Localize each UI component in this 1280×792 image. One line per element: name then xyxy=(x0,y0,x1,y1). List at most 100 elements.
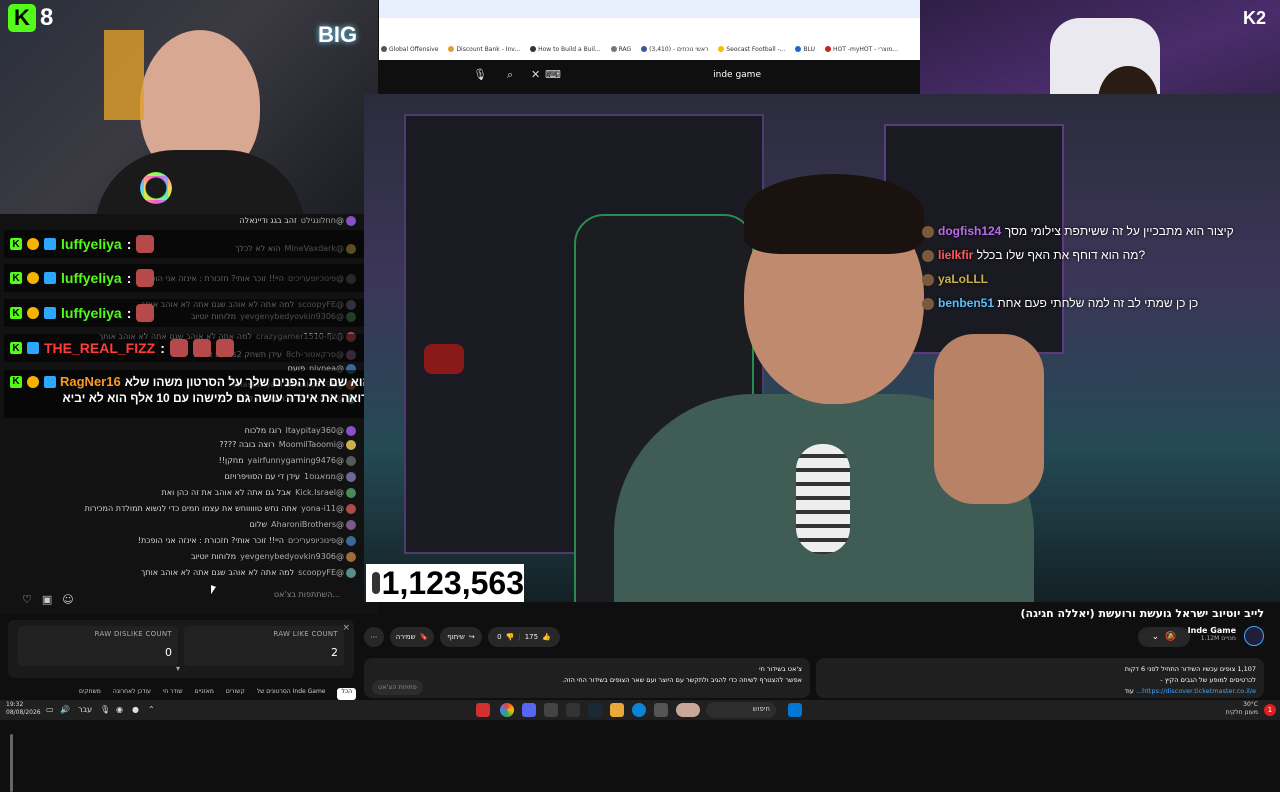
bookmark-favicon-icon xyxy=(718,46,725,52)
mouse-cursor xyxy=(211,585,216,596)
chat-username[interactable]: @AharoniBrothers xyxy=(271,520,344,529)
related-tab[interactable]: הכל xyxy=(337,688,356,700)
channel-name[interactable]: Inde Game xyxy=(1188,626,1236,635)
avatar[interactable] xyxy=(346,536,356,546)
avatar[interactable] xyxy=(346,472,356,482)
clock-time: 19:32 xyxy=(6,701,24,708)
overlay-chat-text: כן כן שמתי לב זה למה שלחתי פעם אחת xyxy=(997,296,1199,310)
avatar[interactable] xyxy=(346,520,356,530)
taskbar-search[interactable]: חיפוש xyxy=(706,702,776,718)
highlight-username[interactable]: RagNer16 xyxy=(60,374,121,389)
bookmark-item[interactable]: BLU xyxy=(795,46,815,53)
chat-input[interactable]: השתתפות בצ'אט... xyxy=(90,590,350,608)
weather-widget[interactable]: 30°C מעונן חלקית xyxy=(1226,701,1258,717)
microphone-icon[interactable]: 🎙 xyxy=(473,68,487,81)
kick-username[interactable]: THE_REAL_FIZZ xyxy=(44,340,155,356)
chevron-up-icon[interactable]: ⌃ xyxy=(148,705,155,714)
thumbs-up-icon[interactable]: 👍 xyxy=(542,633,551,641)
edge-icon[interactable] xyxy=(632,703,646,717)
close-icon[interactable]: × xyxy=(342,623,350,633)
bookmark-item[interactable]: HOT -myHOT - מוצרי... xyxy=(825,46,898,53)
overlay-chat-line: benben51 כן כן שמתי לב זה למה שלחתי פעם … xyxy=(922,296,1198,310)
network-icon[interactable]: ◉ xyxy=(116,705,123,714)
avatar[interactable] xyxy=(346,552,356,562)
heart-icon[interactable]: ♡ xyxy=(22,593,32,606)
bookmark-item[interactable]: Discount Bank - Inv... xyxy=(448,46,520,53)
ticket-link[interactable]: https://discover.ticketmaster.co.il/e... xyxy=(1136,687,1256,695)
chat-scrollbar[interactable] xyxy=(10,734,13,792)
video-description[interactable]: 1,107 צופים עכשיו השידור התחיל לפני 6 דק… xyxy=(816,658,1264,698)
discord-icon[interactable] xyxy=(522,703,536,717)
chat-username[interactable]: @MoomilTaoomi xyxy=(279,440,344,449)
related-tab[interactable]: הסרטונים של Inde Game xyxy=(257,688,326,700)
folder-icon[interactable] xyxy=(610,703,624,717)
avatar[interactable] xyxy=(346,216,356,226)
open-chat-button[interactable]: פתיחת הצ'אט xyxy=(372,680,423,695)
bookmark-item[interactable]: Seocast Football -... xyxy=(718,46,785,53)
chat-username[interactable]: @Kick.Israel xyxy=(295,488,344,497)
kick-chat-row: K luffyeliya : xyxy=(4,264,374,292)
chat-message: @yairfunnygaming9476 מחקן!! xyxy=(219,456,344,465)
microphone-icon[interactable]: 🎙 xyxy=(100,705,110,714)
avatar[interactable] xyxy=(346,504,356,514)
live-chat-panel: @חחלונגילטזהב בגג ודיינאלה@MineVaxdarkהו… xyxy=(0,214,401,792)
chat-username[interactable]: @yairfunnygaming9476 xyxy=(248,456,344,465)
headset-icon[interactable] xyxy=(544,703,558,717)
chrome-icon[interactable] xyxy=(500,703,514,717)
k2-logo: K2 xyxy=(1242,8,1266,28)
chat-username[interactable]: @yevgenybedyovkin9306 xyxy=(240,552,344,561)
chat-username[interactable]: @חחלונגילט xyxy=(301,216,344,225)
gift-badge-icon xyxy=(44,238,56,250)
chat-username[interactable]: @Itaypitay360 xyxy=(286,426,344,435)
youtube-play-logo xyxy=(424,344,464,374)
app-icon[interactable] xyxy=(476,703,490,717)
related-tab[interactable]: שודר חי xyxy=(163,688,183,700)
related-tab[interactable]: משחקים xyxy=(79,688,101,700)
kick-username[interactable]: luffyeliya xyxy=(61,305,122,321)
channel-avatar[interactable] xyxy=(1244,626,1264,646)
chat-username[interactable]: @פינוכיופעריכים xyxy=(288,536,344,545)
related-tab[interactable]: קשורים xyxy=(226,688,245,700)
avatar[interactable] xyxy=(346,568,356,578)
share-button[interactable]: שיתוף ↪ xyxy=(440,627,482,647)
chat-username[interactable]: @ממאגוס1 xyxy=(304,472,344,481)
volume-icon[interactable]: 🔊 xyxy=(60,705,70,714)
app-icon[interactable] xyxy=(566,703,580,717)
tray-icon[interactable]: ● xyxy=(132,705,139,714)
bookmark-item[interactable]: Global Offensive xyxy=(381,46,438,53)
kick-username[interactable]: luffyeliya xyxy=(61,270,122,286)
avatar[interactable] xyxy=(346,456,356,466)
more-actions-button[interactable]: ⋯ xyxy=(364,627,384,647)
emoji-icon[interactable]: ☺ xyxy=(62,593,73,606)
channel-info[interactable]: Inde Game 1.12M מנויים xyxy=(1188,626,1236,642)
picture-in-picture-icon[interactable]: ▣ xyxy=(42,593,52,606)
language-indicator[interactable]: עבר xyxy=(78,705,92,714)
related-tab[interactable]: מאזניים xyxy=(195,688,214,700)
monitor-icon[interactable]: ▭ xyxy=(46,705,54,714)
windows-start-icon[interactable] xyxy=(788,703,802,717)
emote-icon xyxy=(136,235,155,253)
chat-username[interactable]: @yona-i11 xyxy=(301,504,344,513)
chat-username[interactable]: @scoopyFE xyxy=(298,568,344,577)
avatar[interactable] xyxy=(346,426,356,436)
save-button[interactable]: שמירה 🔖 xyxy=(390,627,434,647)
bookmark-item[interactable]: How to Build a Buil... xyxy=(530,46,601,53)
kick-badge-icon: K xyxy=(10,238,22,250)
more-link[interactable]: עוד xyxy=(1124,687,1133,695)
notification-badge[interactable]: 1 xyxy=(1264,704,1276,716)
kick-username[interactable]: luffyeliya xyxy=(61,236,122,252)
search-highlight-icon[interactable] xyxy=(676,703,700,717)
avatar[interactable] xyxy=(346,440,356,450)
notifications-button[interactable]: ⌄ 🔕 xyxy=(1138,627,1190,647)
avatar[interactable] xyxy=(346,488,356,498)
bookmark-item[interactable]: (3,410) - ראשי נוכחים xyxy=(641,46,708,53)
search-input[interactable]: inde game xyxy=(509,64,909,86)
thumbs-down-icon[interactable]: 👎 xyxy=(506,633,515,641)
bookmark-item[interactable]: RAG xyxy=(610,46,631,53)
app-icon[interactable] xyxy=(654,703,668,717)
related-tab[interactable]: עודכן לאחרונה xyxy=(113,688,151,700)
steam-icon[interactable] xyxy=(588,703,602,717)
video-player[interactable] xyxy=(364,94,1280,602)
bookmark-label: HOT -myHOT - מוצרי... xyxy=(833,45,898,53)
chevron-down-icon[interactable]: ▾ xyxy=(176,664,180,673)
